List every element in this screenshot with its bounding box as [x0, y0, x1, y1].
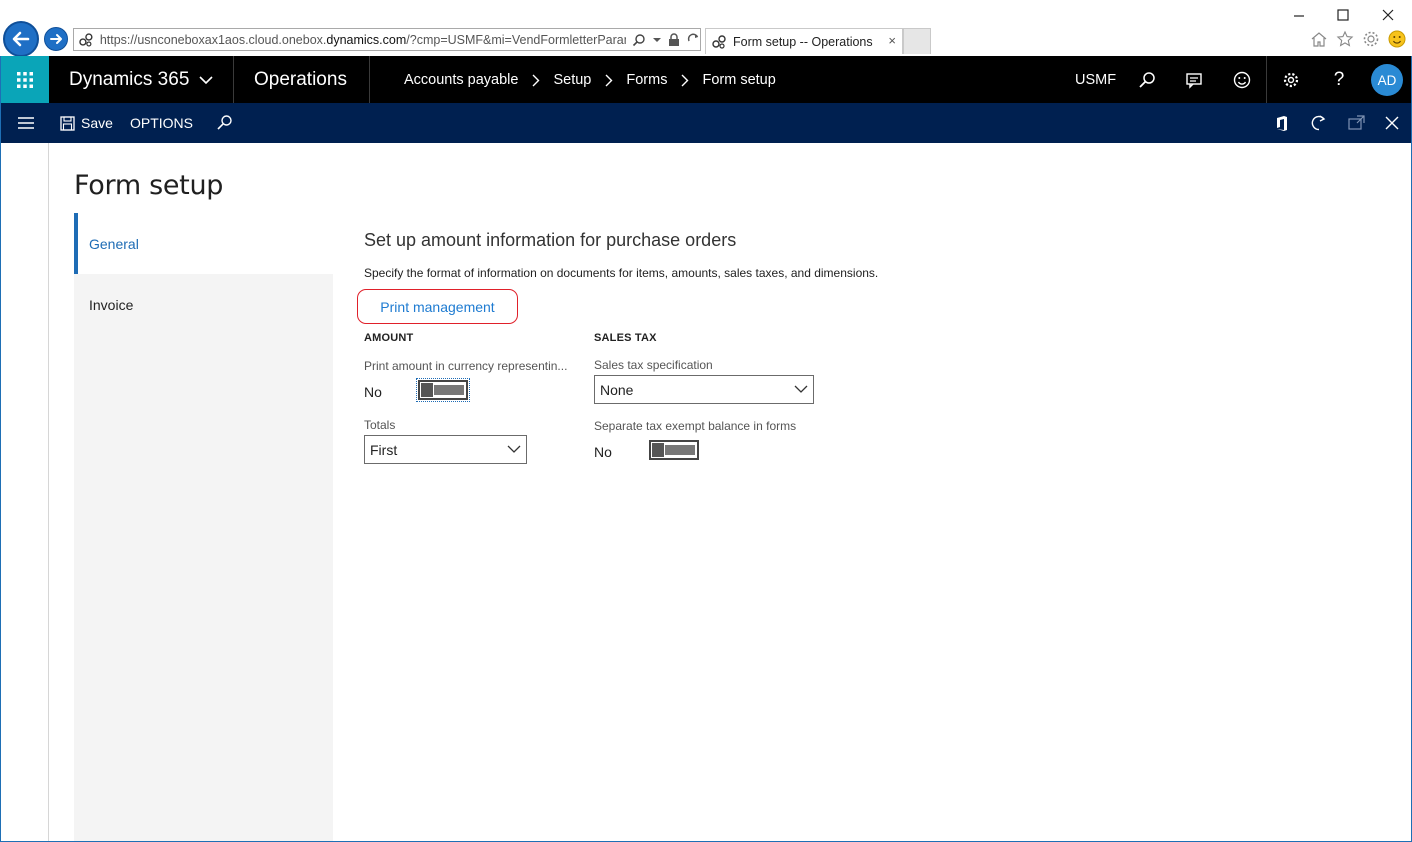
- totals-label: Totals: [364, 418, 396, 432]
- vertical-tabs: General Invoice: [74, 213, 333, 841]
- search-icon[interactable]: [216, 114, 233, 131]
- toggle-track: [665, 445, 695, 455]
- chevron-right-icon: [605, 74, 613, 87]
- favorites-star-icon[interactable]: [1336, 30, 1354, 48]
- save-disk-icon: [60, 115, 75, 131]
- url-domain: dynamics.com: [326, 32, 407, 47]
- smiley-feedback-icon[interactable]: [1388, 30, 1406, 48]
- tab-invoice[interactable]: Invoice: [74, 274, 333, 335]
- tab-invoice-label: Invoice: [89, 296, 134, 313]
- lock-icon[interactable]: [668, 32, 680, 47]
- help-icon[interactable]: ?: [1327, 68, 1351, 92]
- print-currency-value: No: [364, 384, 382, 400]
- site-icon: [79, 32, 93, 47]
- sales-tax-group-title: SALES TAX: [594, 332, 657, 344]
- top-navigation-bar: Dynamics 365 Operations Accounts payable…: [1, 56, 1411, 103]
- breadcrumb-forms[interactable]: Forms: [626, 72, 667, 88]
- new-tab-button[interactable]: [903, 28, 931, 54]
- totals-value: First: [370, 441, 398, 458]
- home-icon[interactable]: [1310, 30, 1328, 48]
- breadcrumb-form-setup[interactable]: Form setup: [702, 72, 775, 88]
- office-icon[interactable]: [1274, 115, 1290, 132]
- totals-select[interactable]: First: [364, 435, 527, 464]
- print-currency-label: Print amount in currency representin...: [364, 359, 568, 373]
- browser-tab[interactable]: Form setup -- Operations ×: [705, 28, 903, 54]
- maximize-icon[interactable]: [1336, 8, 1350, 22]
- chevron-down-icon: [794, 385, 808, 393]
- settings-gear-icon[interactable]: [1279, 68, 1303, 92]
- separate-tax-label: Separate tax exempt balance in forms: [594, 419, 797, 433]
- brand-switcher[interactable]: Dynamics 365: [69, 69, 213, 91]
- settings-gear-icon[interactable]: [1362, 30, 1380, 48]
- nav-divider: [1266, 56, 1267, 103]
- print-management-button[interactable]: Print management: [357, 289, 518, 324]
- arrow-right-icon: [50, 34, 62, 44]
- url-suffix: /?cmp=USMF&mi=VendFormletterParamete: [406, 32, 626, 47]
- toggle-track: [434, 385, 464, 395]
- company-picker[interactable]: USMF: [1075, 72, 1116, 88]
- save-button[interactable]: Save: [60, 115, 113, 131]
- url-prefix: https://usnconeboxax1aos.cloud.onebox.: [99, 32, 327, 47]
- forward-button[interactable]: [44, 27, 68, 51]
- section-title: Set up amount information for purchase o…: [364, 230, 737, 250]
- refresh-icon[interactable]: [1310, 114, 1328, 132]
- browser-toolbar: https://usnconeboxax1aos.cloud.onebox.dy…: [0, 0, 1412, 57]
- close-icon[interactable]: [1385, 116, 1399, 130]
- search-icon[interactable]: [632, 33, 646, 47]
- tab-general[interactable]: General: [74, 213, 333, 274]
- address-bar[interactable]: https://usnconeboxax1aos.cloud.onebox.dy…: [73, 28, 701, 51]
- action-pane: Save OPTIONS: [1, 103, 1411, 143]
- options-tab[interactable]: OPTIONS: [130, 115, 193, 131]
- open-new-window-icon[interactable]: [1348, 115, 1365, 131]
- separate-tax-value: No: [594, 444, 612, 460]
- save-label: Save: [81, 115, 113, 131]
- page-title: Form setup: [74, 170, 224, 201]
- minimize-icon[interactable]: [1292, 9, 1306, 23]
- tab-general-label: General: [89, 235, 139, 252]
- app-launcher-button[interactable]: [1, 56, 49, 103]
- chevron-right-icon: [532, 74, 540, 87]
- chevron-down-icon: [507, 445, 521, 453]
- nav-divider: [369, 56, 370, 103]
- tab-title: Form setup -- Operations: [733, 34, 873, 49]
- amount-group-title: AMOUNT: [364, 332, 414, 344]
- toggle-knob: [421, 383, 433, 397]
- url-text[interactable]: https://usnconeboxax1aos.cloud.onebox.dy…: [100, 33, 626, 47]
- tab-close-icon[interactable]: ×: [888, 33, 896, 48]
- app-name[interactable]: Operations: [254, 69, 347, 91]
- search-icon[interactable]: [1135, 68, 1159, 92]
- navigation-rail: [1, 143, 49, 841]
- sales-tax-spec-value: None: [600, 381, 634, 398]
- section-description: Specify the format of information on doc…: [364, 266, 879, 280]
- user-avatar[interactable]: AD: [1371, 64, 1403, 96]
- print-currency-toggle[interactable]: [416, 378, 470, 402]
- separate-tax-toggle[interactable]: [649, 440, 699, 460]
- breadcrumb: Accounts payable Setup Forms Form setup: [404, 72, 776, 88]
- nav-divider: [233, 56, 234, 103]
- waffle-grid-icon: [17, 71, 33, 88]
- breadcrumb-accounts-payable[interactable]: Accounts payable: [404, 72, 518, 88]
- toggle-knob: [652, 443, 664, 457]
- dropdown-arrow-icon[interactable]: [653, 36, 661, 44]
- chevron-right-icon: [681, 74, 689, 87]
- back-button[interactable]: [3, 21, 39, 57]
- close-window-icon[interactable]: [1381, 8, 1395, 22]
- refresh-icon[interactable]: [687, 33, 700, 46]
- tab-site-icon: [712, 34, 726, 49]
- brand-name: Dynamics 365: [69, 69, 190, 90]
- message-center-icon[interactable]: [1182, 68, 1206, 92]
- feedback-smiley-icon[interactable]: [1230, 68, 1254, 92]
- sales-tax-spec-label: Sales tax specification: [594, 358, 713, 372]
- sales-tax-spec-select[interactable]: None: [594, 375, 814, 404]
- breadcrumb-setup[interactable]: Setup: [553, 72, 591, 88]
- arrow-left-icon: [12, 31, 30, 47]
- hamburger-menu-icon[interactable]: [17, 116, 35, 130]
- chevron-down-icon: [199, 76, 213, 85]
